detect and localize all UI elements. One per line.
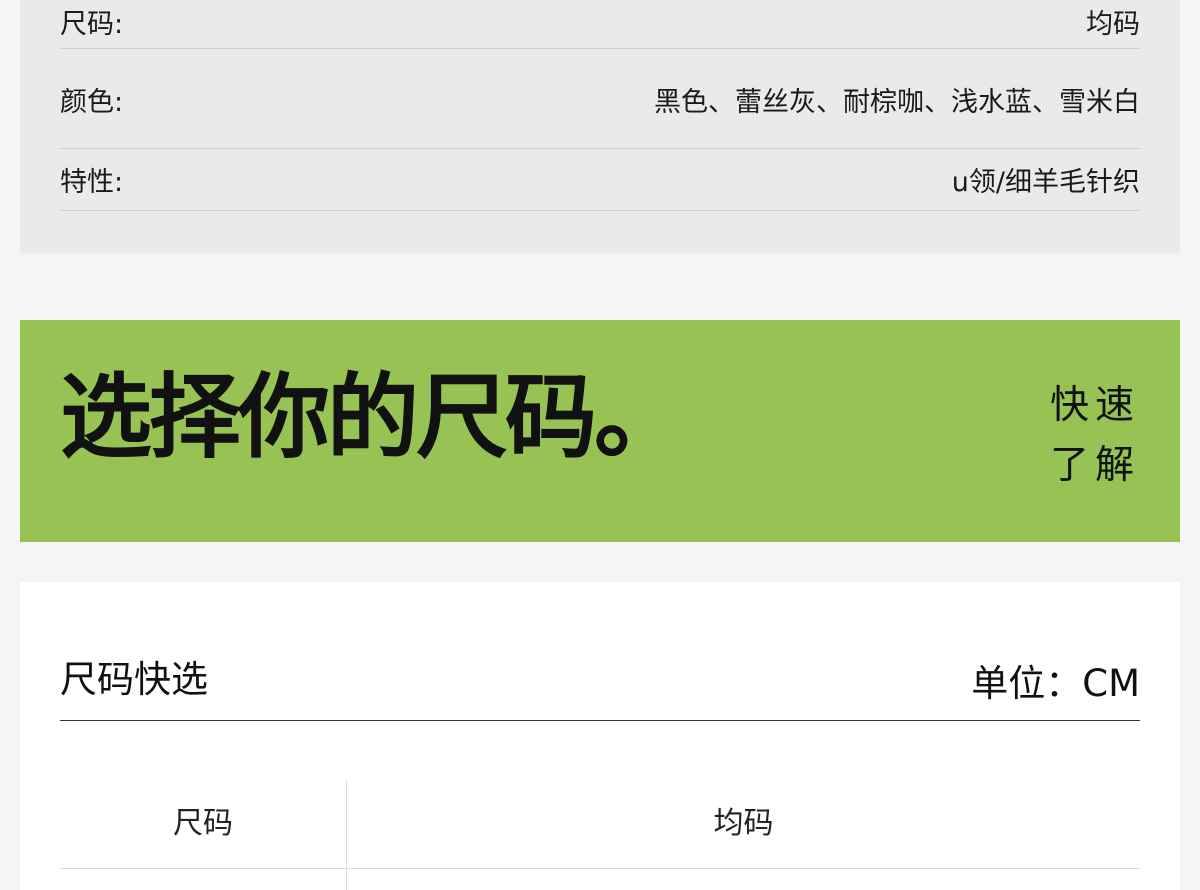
banner-title: 选择你的尺码。 [60, 364, 686, 471]
size-selection-banner: 选择你的尺码。 快速 了解 [20, 320, 1180, 542]
card-divider [60, 720, 1140, 721]
spec-label: 特性: [60, 167, 124, 198]
spec-value: 黑色、蕾丝灰、耐棕咖、浅水蓝、雪米白 [654, 87, 1140, 118]
card-title: 尺码快选 [60, 658, 208, 701]
spec-row-feature: 特性: u领/细羊毛针织 [60, 148, 1140, 211]
spec-row-size: 尺码: 均码 [60, 0, 1140, 49]
table-row-divider [60, 868, 1140, 869]
product-spec-panel: 尺码: 均码 颜色: 黑色、蕾丝灰、耐棕咖、浅水蓝、雪米白 特性: u领/细羊毛… [20, 0, 1180, 253]
unit-label: 单位：CM [971, 662, 1140, 705]
size-table: 尺码 均码 [60, 780, 1140, 890]
spec-label: 颜色: [60, 87, 124, 118]
size-quick-select-card: 尺码快选 单位：CM 尺码 均码 [20, 582, 1180, 890]
table-header-value[interactable]: 均码 [347, 804, 1140, 844]
spec-row-color: 颜色: 黑色、蕾丝灰、耐棕咖、浅水蓝、雪米白 [60, 48, 1140, 149]
spec-value: u领/细羊毛针织 [951, 167, 1140, 198]
quick-guide-link[interactable]: 快速 了解 [1050, 376, 1140, 496]
spec-label: 尺码: [60, 9, 124, 40]
quick-guide-line2: 了解 [1050, 443, 1141, 488]
quick-guide-line1: 快速 [1050, 383, 1141, 428]
table-header-label: 尺码 [173, 806, 233, 841]
spec-value: 均码 [1086, 9, 1140, 40]
